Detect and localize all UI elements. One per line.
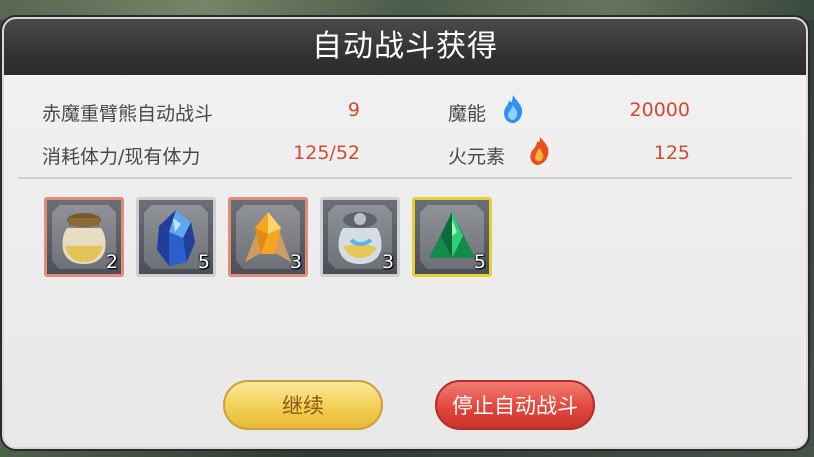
stats-divider <box>18 177 792 179</box>
fire-element-icon <box>530 137 549 165</box>
fire-label: 火元素 <box>448 146 506 168</box>
reward-item[interactable]: 2 <box>44 197 124 277</box>
reward-item[interactable]: 5 <box>412 197 492 277</box>
item-count: 3 <box>381 251 394 273</box>
sand-jar-icon <box>62 213 106 264</box>
blue-crystal-icon <box>157 210 195 266</box>
item-count: 2 <box>105 251 118 273</box>
reward-item[interactable]: 3 <box>228 197 308 277</box>
item-count: 3 <box>289 251 302 273</box>
battle-value: 9 <box>347 99 360 121</box>
battle-label: 赤魔重臂熊自动战斗 <box>42 103 214 125</box>
item-count: 5 <box>473 251 486 273</box>
blue-flame-icon <box>504 95 523 123</box>
stamina-value: 125/52 <box>293 142 360 164</box>
stamina-label: 消耗体力/现有体力 <box>42 146 201 168</box>
continue-button[interactable]: 继续 <box>223 380 383 430</box>
item-count: 5 <box>197 251 210 273</box>
dialog-title: 自动战斗获得 <box>312 29 498 64</box>
fire-value: 125 <box>653 142 690 164</box>
reward-item[interactable]: 5 <box>136 197 216 277</box>
auto-battle-reward-dialog: 自动战斗获得 赤魔重臂熊自动战斗 9 消耗体力/现有体力 125/52 魔能 2… <box>2 17 808 449</box>
reward-item[interactable]: 3 <box>320 197 400 277</box>
stop-auto-battle-button[interactable]: 停止自动战斗 <box>435 380 595 430</box>
magic-label: 魔能 <box>448 103 487 125</box>
magic-value: 20000 <box>629 99 690 121</box>
green-gem-icon <box>429 212 475 258</box>
amber-crystal-icon <box>245 212 291 262</box>
glass-jar-icon <box>338 212 382 264</box>
